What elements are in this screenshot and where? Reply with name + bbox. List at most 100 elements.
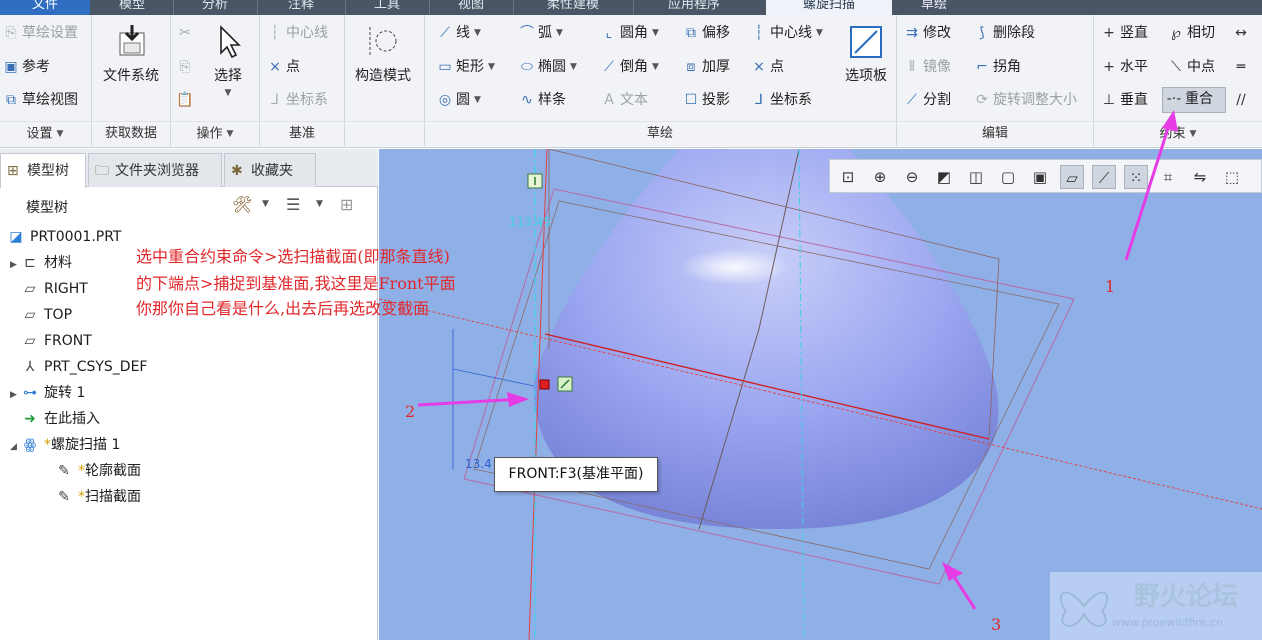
settings-tools-icon[interactable]: 🛠 [232,195,252,214]
thicken-button[interactable]: ⧈ 加厚 [682,56,730,78]
palette-button[interactable]: 选项板 [838,23,894,85]
view-manager-icon[interactable]: ▣ [1028,165,1052,189]
repaint-icon[interactable]: ◩ [932,165,956,189]
sketch-view-button[interactable]: ⧉ 草绘视图 [2,89,78,111]
sketcher-display-icon[interactable]: ⁙ [1124,165,1148,189]
annotation-display-icon[interactable]: ⇋ [1188,165,1212,189]
marker-number-3: 3 [991,615,1002,634]
tab-flexible-modeling[interactable]: 柔性建模 [514,0,632,15]
selected-endpoint[interactable] [539,379,550,390]
perpendicular-constraint-button[interactable]: ⊥ 垂直 [1100,89,1148,111]
tab-file[interactable]: 文件 [0,0,90,15]
tab-tools[interactable]: 工具 [346,0,428,15]
display-style-icon[interactable]: ◫ [964,165,988,189]
graphics-viewport[interactable]: ⊡ ⊕ ⊖ ◩ ◫ ▢ ▣ ▱ ⟋ ⁙ ⌗ ⇋ ⬚ 113.45 13.4 1 … [379,149,1262,640]
sketch-view-icon[interactable]: ▱ [1060,165,1084,189]
references-button[interactable]: ▣ 参考 [2,56,50,78]
copy-button[interactable]: ⎘ [176,56,196,78]
rotate-resize-icon: ⟳ [976,92,988,108]
datum-csys-button[interactable]: ⅃ 坐标系 [266,89,328,111]
tab-model[interactable]: 模型 [92,0,172,15]
rotate-resize-button[interactable]: ⟳ 旋转调整大小 [973,89,1077,111]
cut-button[interactable]: ✂ [176,22,196,44]
paste-button[interactable]: 📋 [176,89,196,111]
chamfer-button[interactable]: ⟋ 倒角 ▼ [600,56,659,78]
offset-button[interactable]: ⧉ 偏移 [682,22,730,44]
tab-folder-browser[interactable]: 🗀 文件夹浏览器 [88,153,222,187]
tab-helical-sweep[interactable]: 螺旋扫描 [766,0,892,15]
show-list-icon[interactable]: ☰ [286,195,300,214]
parallel-constraint-button[interactable]: ∕∕ [1232,89,1252,111]
construction-mode-button[interactable]: 构造模式 [348,23,418,85]
saved-views-icon[interactable]: ▢ [996,165,1020,189]
3d-view-icon[interactable]: ⬚ [1220,165,1244,189]
insert-arrow-icon: ➜ [24,411,36,427]
text-button[interactable]: A 文本 [600,89,648,111]
zoom-in-icon[interactable]: ⊕ [868,165,892,189]
expand-icon[interactable]: ▶ [10,382,20,408]
arc-button[interactable]: ⌒ 弧 ▼ [518,22,563,44]
circle-button[interactable]: ◎ 圆 ▼ [436,89,481,111]
divide-button[interactable]: ⟋ 分割 [903,89,951,111]
sketch-point-button[interactable]: × 点 [750,56,784,78]
sketch-csys-button[interactable]: ⅃ 坐标系 [750,89,812,111]
tree-item-part[interactable]: ◪ PRT0001.PRT [6,224,121,250]
tree-item-insert-here[interactable]: ➜ 在此插入 [20,406,100,432]
collapse-icon[interactable]: ◢ [10,434,20,460]
tree-item-profile-section[interactable]: ✎ *轮廓截面 [54,458,141,484]
ellipse-button[interactable]: ⬭ 椭圆 ▼ [518,56,577,78]
select-button[interactable]: 选择 ▼ [202,23,254,101]
mirror-button[interactable]: ⫴ 镜像 [903,56,951,78]
group-constrain-label[interactable]: 约束 ▼ [1094,122,1262,146]
chevron-down-icon[interactable]: ▼ [262,199,269,209]
tab-applications[interactable]: 应用程序 [634,0,754,15]
project-button[interactable]: ☐ 投影 [682,89,730,111]
dimension-bottom[interactable]: 13.4 [465,457,492,471]
datum-centerline-button[interactable]: ┆ 中心线 [266,22,328,44]
tree-item-front[interactable]: ▱ FRONT [20,328,92,354]
horizontal-constraint-button[interactable]: + 水平 [1100,56,1148,78]
chevron-down-icon[interactable]: ▼ [316,199,323,209]
tree-item-material[interactable]: ▶ ⊏ 材料 [10,250,72,276]
tab-view[interactable]: 视图 [430,0,512,15]
group-operations-label[interactable]: 操作 ▼ [171,122,259,146]
tree-item-csys[interactable]: ⅄ PRT_CSYS_DEF [20,354,148,380]
datum-display-icon[interactable]: ⟋ [1092,165,1116,189]
symmetric-constraint-button[interactable]: ↔ [1232,22,1252,44]
tree-item-helical-sweep[interactable]: ◢ ꙮ *螺旋扫描 1 [10,432,120,458]
delete-segment-button[interactable]: ⟆ 删除段 [973,22,1035,44]
dimension-top[interactable]: 113.45 [509,215,551,229]
tab-annotate[interactable]: 注释 [258,0,344,15]
tree-item-sweep-section[interactable]: ✎ *扫描截面 [54,484,141,510]
spline-button[interactable]: ∿ 样条 [518,89,566,111]
corner-icon: ⌐ [976,59,988,75]
sketch-centerline-button[interactable]: ┆ 中心线 ▼ [750,22,823,44]
corner-button[interactable]: ⌐ 拐角 [973,56,1021,78]
tree-item-top[interactable]: ▱ TOP [20,302,72,328]
project-icon: ☐ [684,92,698,108]
fillet-button[interactable]: ⌞ 圆角 ▼ [600,22,659,44]
tab-model-tree[interactable]: ⊞ 模型树 [0,153,86,188]
vertical-constraint-button[interactable]: + 竖直 [1100,22,1148,44]
line-button[interactable]: ⟋ 线 ▼ [436,22,481,44]
tree-filter-icon[interactable]: ⊞ [340,195,353,214]
modify-button[interactable]: ⇉ 修改 [903,22,951,44]
constraint-display-icon[interactable]: ⌗ [1156,165,1180,189]
group-settings-label[interactable]: 设置 ▼ [0,122,90,146]
tab-analysis[interactable]: 分析 [174,0,256,15]
expand-icon[interactable]: ▶ [10,252,20,278]
tree-item-right[interactable]: ▱ RIGHT [20,276,88,302]
tab-sketch[interactable]: 草绘 [894,0,974,15]
midpoint-constraint-button[interactable]: ⟍ 中点 [1167,56,1215,78]
tree-item-revolve[interactable]: ▶ ⊶ 旋转 1 [10,380,85,406]
sketch-setup-button[interactable]: ⎘ 草绘设置 [2,22,78,44]
rectangle-button[interactable]: ▭ 矩形 ▼ [436,56,495,78]
datum-point-button[interactable]: × 点 [266,56,300,78]
tangent-constraint-button[interactable]: ℘ 相切 [1167,22,1215,44]
coincident-constraint-button[interactable]: -·- 重合 [1162,87,1226,113]
file-system-button[interactable]: 文件系统 [96,23,166,85]
zoom-out-icon[interactable]: ⊖ [900,165,924,189]
equal-constraint-button[interactable]: ═ [1232,56,1252,78]
refit-icon[interactable]: ⊡ [836,165,860,189]
tab-favorites[interactable]: ✱ 收藏夹 [224,153,316,187]
